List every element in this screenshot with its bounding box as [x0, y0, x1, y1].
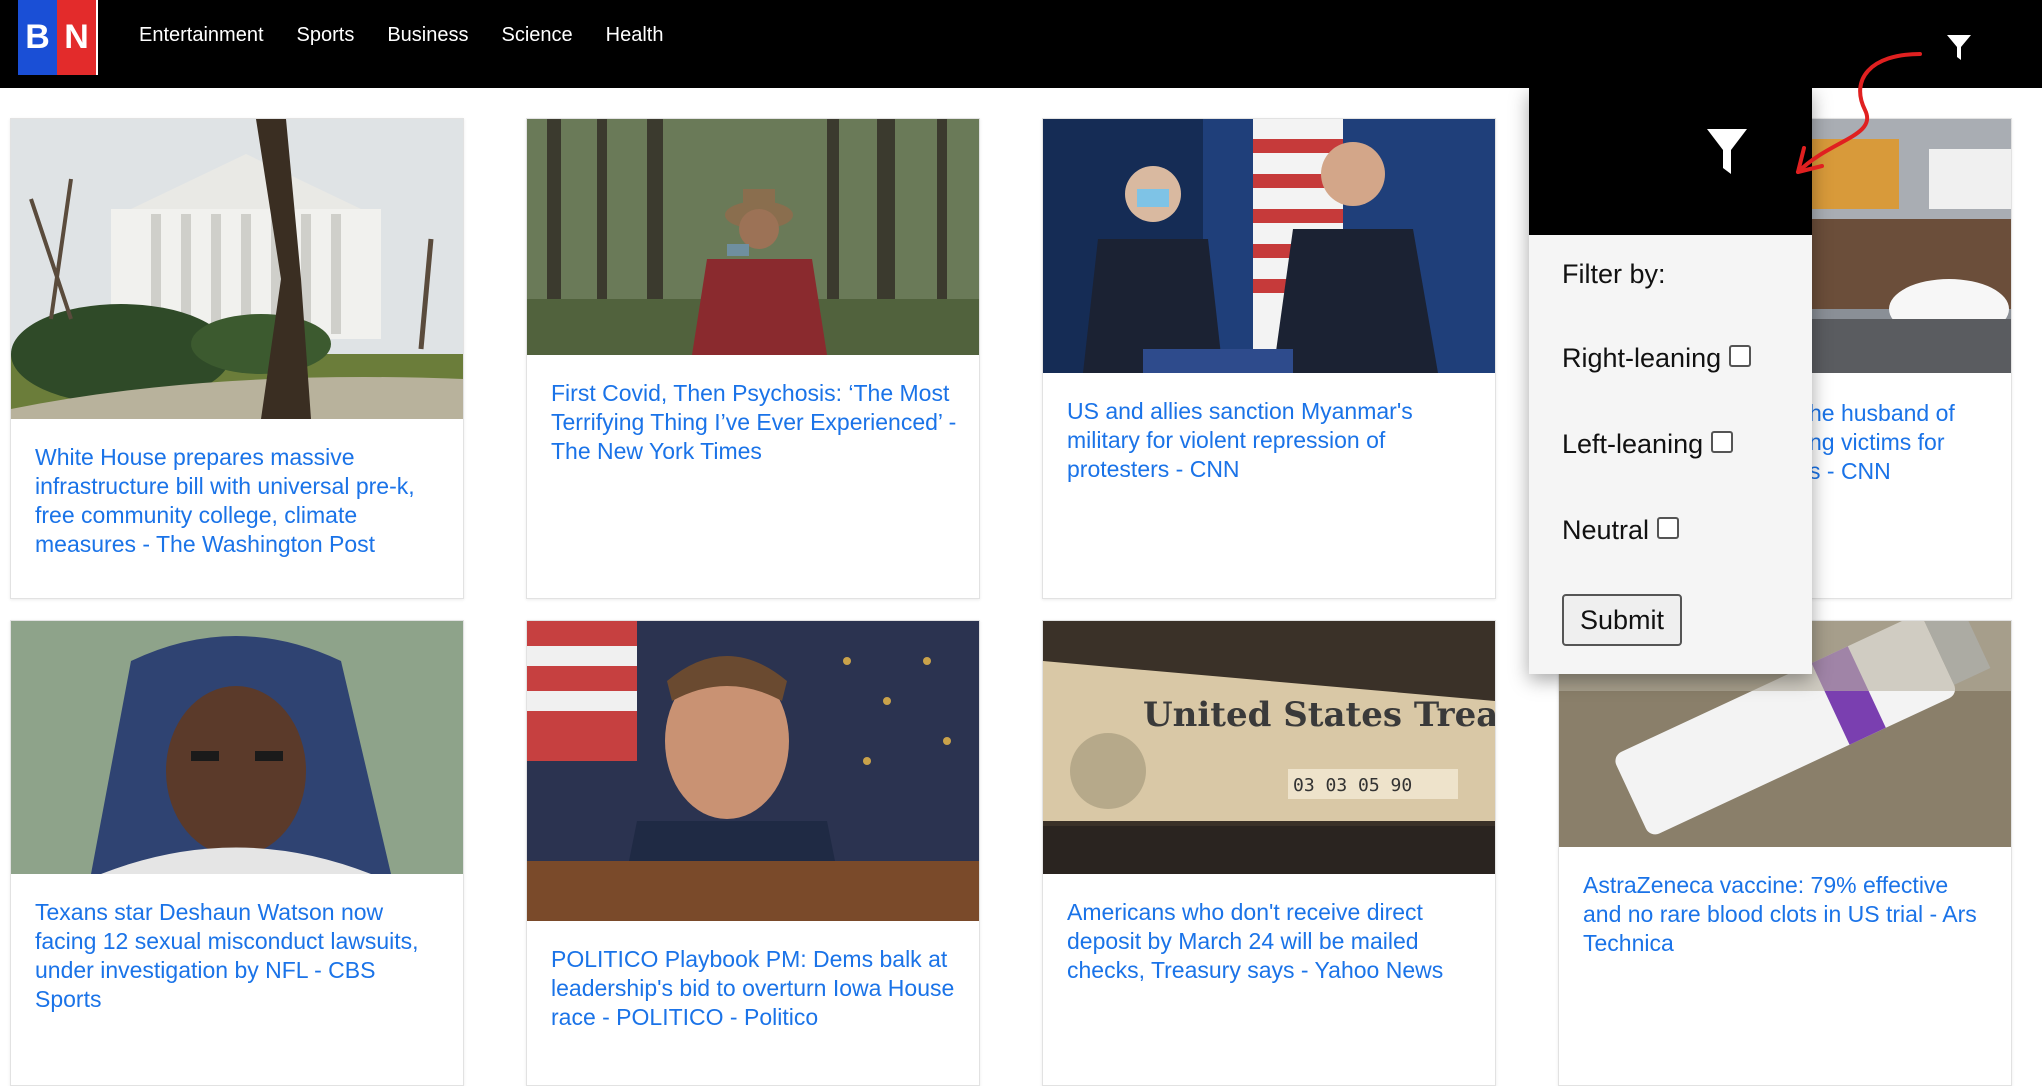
article-card[interactable]: United States Treasury 03 03 05 90 Ameri…: [1042, 620, 1496, 1086]
article-card[interactable]: AstraZeneca vaccine: 79% effective and n…: [1558, 620, 2012, 1086]
article-image-treasury-check: United States Treasury 03 03 05 90: [1043, 621, 1495, 874]
article-image-white-house: [11, 119, 463, 419]
article-image-congressman: [527, 621, 979, 921]
nav-link-business[interactable]: Business: [387, 24, 468, 47]
article-title[interactable]: he husband of ng victims for s - CNN: [1809, 399, 1955, 486]
filter-icon[interactable]: [1706, 128, 1748, 176]
article-title-line: he husband of: [1809, 400, 1955, 426]
logo-letter-n: N: [57, 0, 96, 75]
treasury-text: United States Treasury: [1143, 695, 1495, 735]
article-title[interactable]: Texans star Deshaun Watson now facing 12…: [35, 898, 443, 1014]
article-title[interactable]: US and allies sanction Myanmar's militar…: [1067, 397, 1475, 484]
logo-letter-b: B: [18, 0, 57, 75]
option-label: Neutral: [1562, 515, 1650, 545]
article-image-football-player: [11, 621, 463, 874]
article-title[interactable]: POLITICO Playbook PM: Dems balk at leade…: [551, 945, 959, 1032]
article-title[interactable]: White House prepares massive infrastruct…: [35, 443, 443, 559]
article-card[interactable]: POLITICO Playbook PM: Dems balk at leade…: [526, 620, 980, 1086]
article-title[interactable]: Americans who don't receive direct depos…: [1067, 898, 1475, 985]
filter-form: Filter by: Right-leaning Left-leaning Ne…: [1529, 235, 1812, 674]
article-title-line: ng victims for: [1809, 429, 1945, 455]
option-label: Left-leaning: [1562, 429, 1704, 459]
top-navbar: B N Entertainment Sports Business Scienc…: [0, 0, 2042, 88]
neutral-checkbox[interactable]: [1657, 516, 1680, 539]
left-leaning-checkbox[interactable]: [1711, 430, 1734, 453]
option-label: Right-leaning: [1562, 343, 1722, 373]
nav-link-entertainment[interactable]: Entertainment: [139, 24, 264, 47]
filter-icon[interactable]: [1946, 34, 1972, 62]
submit-button[interactable]: Submit: [1562, 594, 1682, 646]
article-card[interactable]: First Covid, Then Psychosis: ‘The Most T…: [526, 118, 980, 599]
nav-link-sports[interactable]: Sports: [297, 24, 355, 47]
article-title-line: s - CNN: [1809, 458, 1891, 484]
nav-link-health[interactable]: Health: [606, 24, 664, 47]
treasury-numbers: 03 03 05 90: [1293, 775, 1412, 796]
article-card[interactable]: Texans star Deshaun Watson now facing 12…: [10, 620, 464, 1086]
nav-link-science[interactable]: Science: [501, 24, 572, 47]
filter-by-label: Filter by:: [1562, 259, 1666, 289]
article-card[interactable]: US and allies sanction Myanmar's militar…: [1042, 118, 1496, 599]
right-leaning-checkbox[interactable]: [1729, 344, 1752, 367]
article-card[interactable]: White House prepares massive infrastruct…: [10, 118, 464, 599]
annotation-arrow-icon: [1796, 52, 1922, 174]
article-title[interactable]: First Covid, Then Psychosis: ‘The Most T…: [551, 379, 959, 466]
site-logo[interactable]: B N: [18, 0, 98, 75]
filter-option-right-leaning[interactable]: Right-leaning: [1562, 343, 1752, 374]
filter-option-neutral[interactable]: Neutral: [1562, 515, 1680, 546]
article-image-press-conference: [1043, 119, 1495, 373]
article-image-forest: [527, 119, 979, 355]
filter-option-left-leaning[interactable]: Left-leaning: [1562, 429, 1734, 460]
article-title[interactable]: AstraZeneca vaccine: 79% effective and n…: [1583, 871, 1991, 958]
category-nav: Entertainment Sports Business Science He…: [139, 24, 663, 47]
